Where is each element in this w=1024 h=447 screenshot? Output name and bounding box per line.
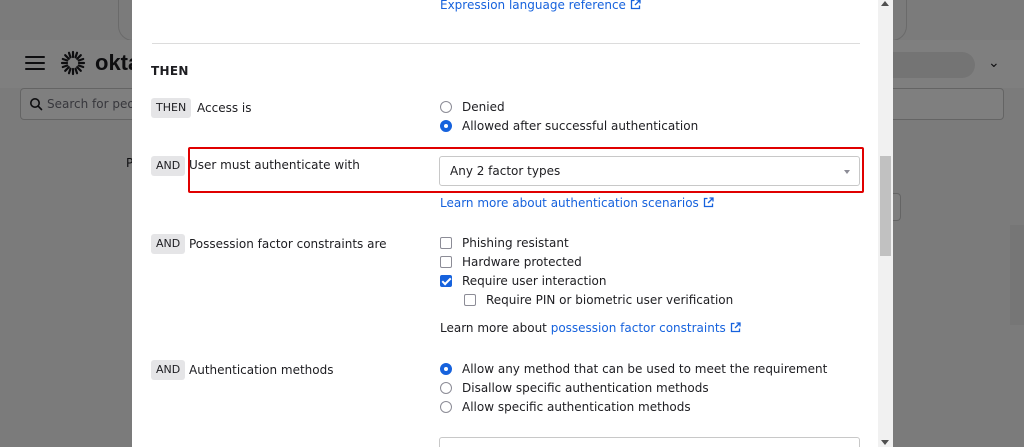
scroll-down-arrow-icon[interactable] [881,440,889,445]
external-link-icon [730,322,741,333]
checkbox-hardware-protected[interactable] [440,256,452,268]
methods-label: Authentication methods [189,363,334,377]
option-label: Allowed after successful authentication [462,119,699,133]
radio-allowed[interactable] [440,120,452,132]
possession-option-hardware[interactable]: Hardware protected [440,254,582,270]
learn-more-prefix: Learn more about [440,321,547,335]
link-label: Learn more about authentication scenario… [440,196,699,210]
access-option-denied[interactable]: Denied [440,99,505,115]
option-label: Allow specific authentication methods [462,400,691,414]
methods-option-disallow[interactable]: Disallow specific authentication methods [440,380,709,396]
scrollbar[interactable] [878,0,893,447]
possession-learn-more: Learn more about possession factor const… [440,321,741,335]
scroll-up-arrow-icon[interactable] [881,1,889,6]
methods-option-allow-specific[interactable]: Allow specific authentication methods [440,399,691,415]
highlight-annotation [188,147,864,193]
radio-disallow[interactable] [440,382,452,394]
methods-input-box[interactable] [439,437,860,447]
option-label: Require user interaction [462,274,607,288]
option-label: Disallow specific authentication methods [462,381,709,395]
link-label: possession factor constraints [550,321,726,335]
possession-sub-option-pin[interactable]: Require PIN or biometric user verificati… [464,292,733,308]
checkbox-require-user-interaction[interactable] [440,275,452,287]
possession-option-user-interaction[interactable]: Require user interaction [440,273,607,289]
section-divider [152,43,860,44]
section-title: THEN [151,64,189,78]
possession-label: Possession factor constraints are [189,237,387,251]
expression-language-link-label: Expression language reference [440,0,626,12]
and-tag: AND [151,360,186,380]
radio-allow-any[interactable] [440,363,452,375]
methods-option-allow-any[interactable]: Allow any method that can be used to mee… [440,361,827,377]
radio-denied[interactable] [440,101,452,113]
option-label: Require PIN or biometric user verificati… [486,293,734,307]
scroll-thumb[interactable] [880,156,891,256]
checkbox-require-pin-biometric[interactable] [464,294,476,306]
possession-option-phishing[interactable]: Phishing resistant [440,235,569,251]
option-label: Allow any method that can be used to mee… [462,362,828,376]
authentication-scenarios-link[interactable]: Learn more about authentication scenario… [440,196,714,210]
and-tag: AND [151,234,186,254]
access-option-allowed[interactable]: Allowed after successful authentication [440,118,698,134]
option-label: Hardware protected [462,255,582,269]
option-label: Phishing resistant [462,236,569,250]
access-label: Access is [197,101,252,115]
option-label: Denied [462,100,505,114]
then-tag: THEN [151,98,192,118]
possession-constraints-link[interactable]: possession factor constraints [551,321,741,335]
external-link-icon [630,0,641,10]
rule-modal: Expression language reference THEN THEN … [132,0,878,447]
external-link-icon [703,197,714,208]
checkbox-phishing-resistant[interactable] [440,237,452,249]
and-tag: AND [151,156,186,176]
radio-allow-specific[interactable] [440,401,452,413]
expression-language-link[interactable]: Expression language reference [440,0,641,12]
